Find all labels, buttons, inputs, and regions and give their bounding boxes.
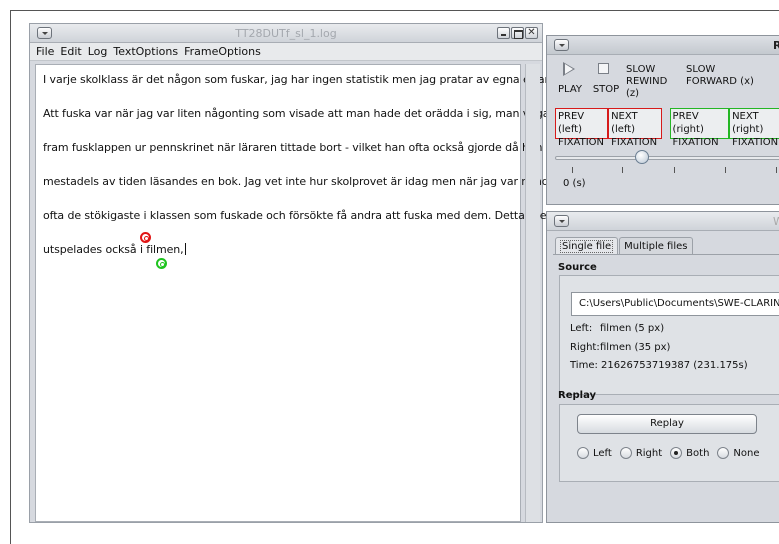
left-eye-fixation-marker [140,232,151,243]
slider-tick [725,167,726,173]
slow-rewind-label-2: REWIND (z) [626,76,668,99]
source-window-titlebar[interactable]: W [547,212,779,231]
tab-single-file[interactable]: Single file [555,237,619,254]
replay-section-title: Replay [558,390,597,401]
slider-tick [776,167,777,173]
right-eye-fixation-marker [156,258,167,269]
slow-forward-label-1: SLOW [686,64,716,75]
prev-right-label-1: PREV (right) [672,111,704,135]
replay-window-titlebar[interactable]: R [547,36,779,55]
next-left-fixation-button[interactable]: NEXT (left) FIXATION [608,108,662,148]
window-menu-icon[interactable] [554,215,569,227]
play-button[interactable]: PLAY [551,58,589,98]
text-line: I varje skolklass är det någon som fuska… [43,73,594,86]
radio-none-label: None [733,447,760,459]
time-info: Time: 21626753719387 (231.175s) [570,360,748,371]
next-left-label-1: NEXT (left) [611,111,638,135]
text-caret [184,243,186,255]
right-info-value: filmen (35 px) [600,342,671,353]
prev-left-fixation-button[interactable]: PREV (left) FIXATION [555,108,609,148]
left-info-value: filmen (5 px) [600,323,665,334]
menu-file[interactable]: File [36,45,54,60]
text-line-last: utspelades också i filmen, [43,243,186,256]
radio-none[interactable] [717,447,730,459]
source-section-title: Source [558,262,597,273]
slow-forward-button[interactable]: SLOW FORWARD (x) [683,58,763,98]
left-info-label: Left: [570,323,593,334]
radio-both[interactable] [670,447,683,459]
slider-tick [674,167,675,173]
next-right-label-1: NEXT (right) [732,111,764,135]
radio-both-label: Both [686,447,710,459]
source-path-field[interactable]: C:\Users\Public\Documents\SWE-CLARIN\ [571,292,779,316]
close-icon[interactable]: ✕ [525,27,538,39]
menu-textoptions[interactable]: TextOptions [113,45,178,60]
time-slider-knob[interactable] [635,150,649,164]
slider-tick [622,167,623,173]
slider-tick [572,167,573,173]
menu-frameoptions[interactable]: FrameOptions [184,45,261,60]
prev-left-label-2: FIXATION [558,137,605,148]
radio-right[interactable] [619,447,632,459]
tab-multiple-files-label: Multiple files [624,241,688,252]
stop-label: STOP [592,84,620,95]
replay-window-title: R [773,39,779,52]
time-slider-track[interactable] [555,156,779,160]
play-label: PLAY [557,84,582,95]
slow-rewind-button[interactable]: SLOW REWIND (z) [623,58,683,99]
text-line-last-content: utspelades också i filmen, [43,243,184,256]
replay-control-window: R PLAY STOP SLOWREWIND (z) SLOWFORWARD (… [546,35,779,205]
radio-left-label: Left [593,447,612,459]
menu-edit[interactable]: Edit [60,45,81,60]
slow-forward-label-2: FORWARD (x) [686,76,754,87]
menu-log[interactable]: Log [88,45,108,60]
maximize-icon[interactable] [511,27,524,39]
prev-left-label-1: PREV (left) [558,111,585,135]
desktop-area: TT28DUTf_sl_1.log ✕ File Edit Log TextOp… [10,10,779,544]
right-info: Right:filmen (35 px) [570,342,670,353]
radio-left[interactable] [577,447,589,459]
window-menu-icon[interactable] [554,39,569,51]
left-info: Left: filmen (5 px) [570,323,664,334]
stop-button[interactable]: STOP [589,58,623,98]
next-right-label-2: FIXATION [732,137,779,148]
minimize-icon[interactable] [497,27,510,39]
log-text-window: TT28DUTf_sl_1.log ✕ File Edit Log TextOp… [29,23,602,523]
tab-multiple-files[interactable]: Multiple files [619,237,693,254]
slider-time-label: 0 (s) [563,178,586,189]
eye-radio-group: Left Right Both None [577,447,764,459]
stop-icon [598,63,609,74]
text-scrollbar[interactable] [525,64,540,522]
tab-single-file-label: Single file [560,240,614,253]
prev-right-label-2: FIXATION [672,137,719,148]
next-right-fixation-button[interactable]: NEXT (right) FIXATION [729,108,779,148]
prev-right-fixation-button[interactable]: PREV (right) FIXATION [669,108,730,148]
next-left-label-2: FIXATION [611,137,658,148]
log-window-titlebar[interactable]: TT28DUTf_sl_1.log ✕ [30,24,542,43]
source-replay-window: W Single file Multiple files Source C:\U… [546,211,779,523]
log-text-area[interactable]: I varje skolklass är det någon som fuska… [35,64,602,522]
play-icon [563,62,575,76]
text-line: mestadels av tiden läsandes en bok. Jag … [43,175,602,188]
text-line: fram fusklappen ur pennskrinet när lärar… [43,141,567,154]
menu-bar: File Edit Log TextOptions FrameOptions [30,43,542,61]
radio-right-label: Right [635,447,663,459]
text-line: ofta de stökigaste i klassen som fuskade… [43,209,574,222]
source-window-title: W [773,215,779,228]
log-window-title: TT28DUTf_sl_1.log [235,27,337,40]
replay-button[interactable]: Replay [577,414,757,434]
right-info-label: Right: [570,342,600,353]
text-line: Att fuska var när jag var liten någontin… [43,107,596,120]
slow-rewind-label-1: SLOW [626,64,656,75]
